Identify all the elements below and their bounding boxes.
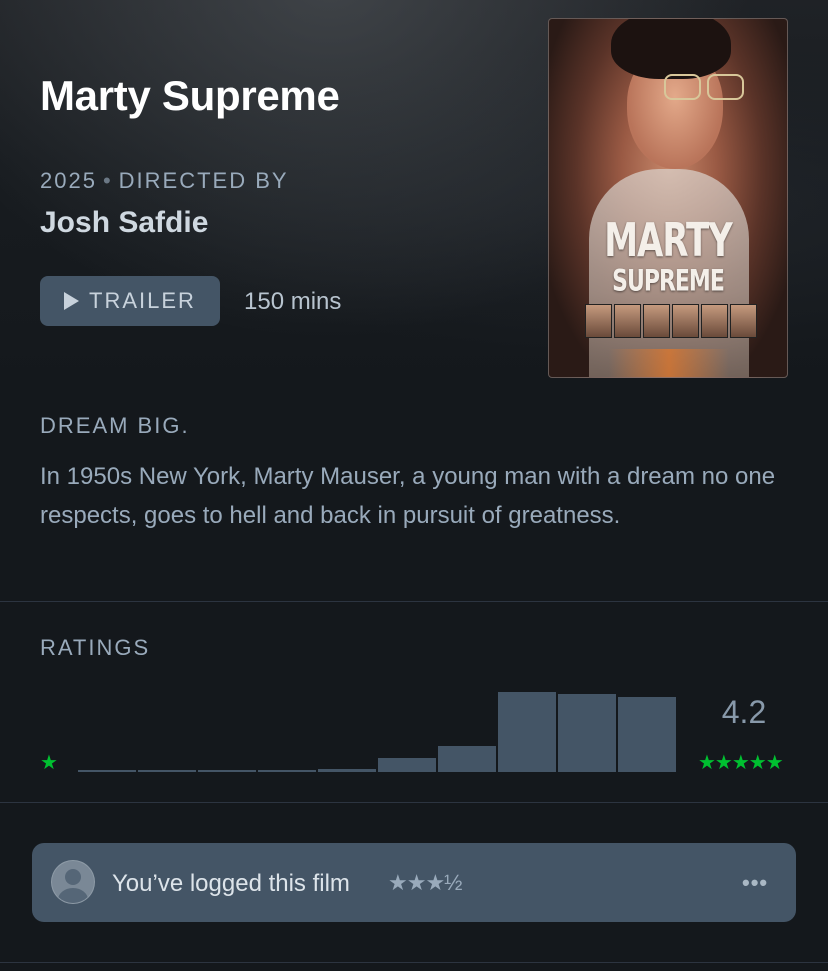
- histogram-bar-4[interactable]: [258, 770, 316, 772]
- histogram-bar-9[interactable]: [558, 694, 616, 772]
- histogram-bar-10[interactable]: [618, 697, 676, 772]
- section-divider: [0, 962, 828, 963]
- trailer-label: TRAILER: [89, 288, 196, 313]
- director-link[interactable]: Josh Safdie: [40, 206, 208, 240]
- max-rating-stars-icon: ★★★★★: [698, 752, 784, 774]
- tagline: DREAM BIG.: [40, 413, 190, 438]
- section-divider: [0, 802, 828, 803]
- histogram-bar-8[interactable]: [498, 692, 556, 772]
- trailer-button[interactable]: TRAILER: [40, 276, 220, 326]
- user-rating-stars-icon: ★★★½: [388, 870, 463, 895]
- release-year[interactable]: 2025: [40, 168, 97, 193]
- poster-glasses: [664, 74, 744, 100]
- film-meta: 2025 • DIRECTED BY: [40, 168, 289, 194]
- ratings-heading: RATINGS: [40, 635, 151, 660]
- average-rating[interactable]: 4.2: [708, 694, 780, 731]
- min-rating-star-icon: ★: [40, 752, 58, 774]
- histogram-bar-5[interactable]: [318, 769, 376, 772]
- user-avatar-icon: [52, 861, 94, 903]
- ratings-histogram: [78, 690, 680, 772]
- directed-by-label: DIRECTED BY: [118, 168, 289, 193]
- poster-title-line1: MARTY: [604, 214, 733, 268]
- poster-title-line2: SUPREME: [612, 264, 725, 299]
- poster-cast-strip: [585, 304, 757, 338]
- more-options-icon[interactable]: •••: [742, 870, 768, 896]
- film-title: Marty Supreme: [40, 72, 340, 119]
- film-poster[interactable]: MARTY SUPREME: [548, 18, 788, 378]
- histogram-bar-6[interactable]: [378, 758, 436, 772]
- histogram-bar-7[interactable]: [438, 746, 496, 772]
- histogram-bar-2[interactable]: [138, 770, 196, 772]
- runtime: 150 mins: [244, 288, 342, 315]
- separator-dot: •: [102, 168, 113, 193]
- histogram-bar-1[interactable]: [78, 770, 136, 772]
- poster-hair: [611, 19, 731, 79]
- poster-light-streak: [609, 349, 729, 377]
- synopsis: In 1950s New York, Marty Mauser, a young…: [40, 463, 776, 529]
- histogram-bar-3[interactable]: [198, 770, 256, 772]
- logged-film-card[interactable]: You’ve logged this film ★★★½ •••: [32, 843, 796, 922]
- logged-film-text: You’ve logged this film: [112, 870, 350, 897]
- section-divider: [0, 601, 828, 602]
- play-icon: [64, 292, 80, 310]
